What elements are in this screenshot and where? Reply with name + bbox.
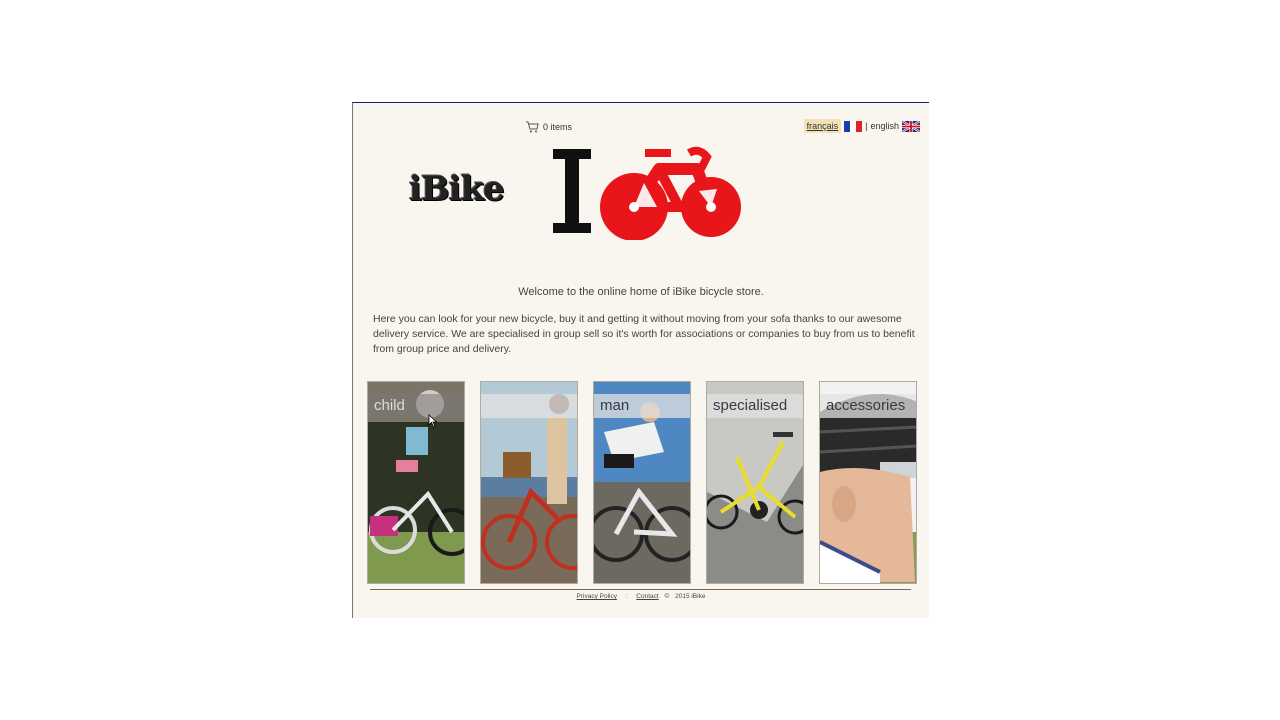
category-tile-specialised[interactable]: specialised [706,381,804,584]
privacy-policy-link[interactable]: Privacy Policy [577,593,617,600]
category-tile-man[interactable]: man [593,381,691,584]
cart-icon [526,121,539,133]
language-french-link[interactable]: français [803,119,842,133]
category-label-accessories: accessories [820,394,916,418]
page-container: 0 items français | english iBike Welcome… [352,102,929,618]
intro-paragraph: Here you can look for your new bicycle, … [373,313,915,355]
logo-text: iBike [409,169,505,209]
category-label-specialised: specialised [707,394,803,418]
category-label-child: child [368,394,464,418]
category-tile-accessories[interactable]: accessories [819,381,917,584]
cursor-icon [428,414,438,428]
category-label-woman [481,394,577,418]
language-english-link[interactable]: english [870,121,899,131]
language-switcher: français | english [803,119,920,133]
bicycle-logo-icon [553,146,741,240]
welcome-text: Welcome to the online home of iBike bicy… [518,286,764,298]
france-flag-icon[interactable] [844,120,863,132]
category-tile-woman[interactable] [480,381,578,584]
footer: Privacy Policy :: Contact © 2015 iBike [353,593,929,600]
language-separator: | [865,121,868,131]
copyright-text: 2015 iBike [675,593,706,600]
footer-separator: :: [624,593,629,600]
cart-link[interactable]: 0 items [525,121,572,133]
category-tile-child[interactable]: child [367,381,465,584]
copyright-symbol: © [664,593,670,600]
cart-count: 0 items [543,122,573,132]
category-label-man: man [594,394,690,418]
contact-link[interactable]: Contact [636,593,658,600]
uk-flag-icon[interactable] [902,120,920,132]
footer-divider [370,589,911,590]
